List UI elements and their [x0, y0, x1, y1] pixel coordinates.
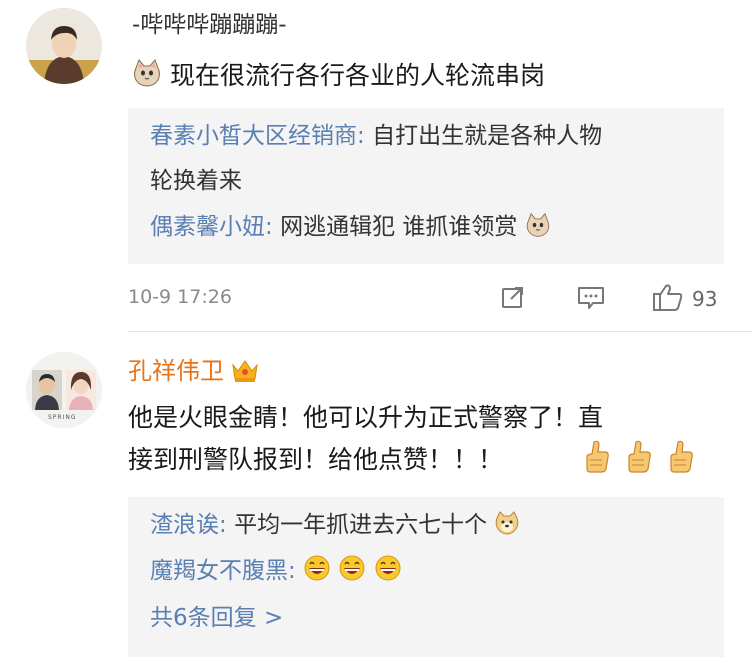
- reply-text: 网逃通辑犯 谁抓谁领赏: [280, 214, 518, 240]
- comment-text: 现在很流行各行各业的人轮流串岗: [132, 55, 545, 101]
- grin-laugh-icon: [374, 554, 402, 594]
- thumbs-up-emoji-icon: [624, 438, 652, 478]
- grin-laugh-icon: [338, 554, 366, 594]
- reply-box[interactable]: 渣浪诶: 平均一年抓进去六七十个 魔羯女不腹黑: 共6条回复 >: [128, 497, 724, 657]
- reply-separator: :: [265, 214, 273, 240]
- like-button[interactable]: 93: [652, 282, 717, 316]
- boy-avatar-photo-icon: [26, 8, 102, 84]
- reply-text: 自打出生就是各种人物: [372, 123, 603, 149]
- cat-face-icon: [132, 58, 162, 101]
- like-count: 93: [692, 287, 718, 311]
- crown-badge-icon: [230, 357, 260, 385]
- thumbs-up-icon: [652, 282, 684, 316]
- more-replies-link[interactable]: 共6条回复 >: [150, 600, 283, 637]
- reply-item[interactable]: 春素小皙大区经销商: 自打出生就是各种人物: [150, 118, 710, 155]
- comment-username-text[interactable]: 孔祥伟卫: [128, 356, 224, 386]
- reply-separator: :: [219, 512, 227, 538]
- reply-text-continued: 轮换着来: [150, 168, 242, 194]
- reply-item[interactable]: 魔羯女不腹黑:: [150, 553, 710, 594]
- grin-laugh-icon: [303, 554, 331, 594]
- doge-icon: [494, 510, 520, 548]
- divider: [128, 331, 752, 332]
- comment-text-line: 他是火眼金睛！他可以升为正式警察了！直: [128, 403, 604, 432]
- reply-item[interactable]: 偶素馨小妞: 网逃通辑犯 谁抓谁领赏: [150, 209, 710, 250]
- timestamp: 10-9 17:26: [128, 286, 232, 308]
- thumbs-emoji-group: [582, 438, 694, 478]
- comment-username[interactable]: -哔哔哔蹦蹦蹦-: [132, 10, 287, 40]
- avatar-caption: SPRING: [48, 414, 77, 421]
- thumbs-up-emoji-icon: [666, 438, 694, 478]
- comment-text-content: 现在很流行各行各业的人轮流串岗: [169, 61, 545, 90]
- reply-separator: :: [357, 123, 365, 149]
- reply-author[interactable]: 魔羯女不腹黑: [150, 558, 288, 584]
- comment-text-content: 接到刑警队报到！给他点赞！！！: [128, 445, 504, 474]
- reply-author[interactable]: 春素小皙大区经销商: [150, 123, 357, 149]
- reply-box[interactable]: 春素小皙大区经销商: 自打出生就是各种人物 轮换着来 偶素馨小妞: 网逃通辑犯 …: [128, 108, 724, 264]
- reply-item[interactable]: 渣浪诶: 平均一年抓进去六七十个: [150, 507, 710, 548]
- reply-author[interactable]: 偶素馨小妞: [150, 214, 265, 240]
- reply-separator: :: [288, 558, 296, 584]
- thumbs-up-emoji-icon: [582, 438, 610, 478]
- cat-face-icon: [525, 212, 551, 250]
- comment-icon[interactable]: [576, 285, 606, 315]
- reply-author[interactable]: 渣浪诶: [150, 512, 219, 538]
- share-icon[interactable]: [500, 284, 526, 314]
- avatar[interactable]: [26, 8, 102, 84]
- reply-text: 平均一年抓进去六七十个: [234, 512, 488, 538]
- comment-username[interactable]: 孔祥伟卫: [128, 356, 260, 386]
